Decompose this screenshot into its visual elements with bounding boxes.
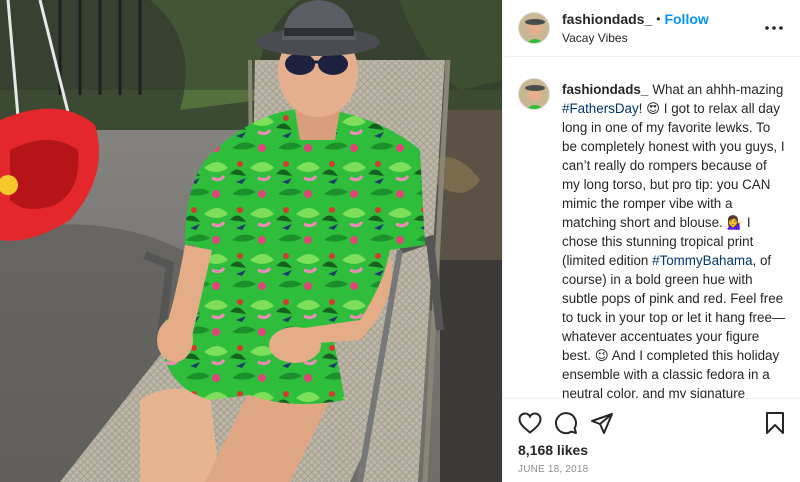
avatar[interactable]: [518, 12, 550, 44]
action-bar: [518, 399, 787, 443]
instagram-post: fashiondads_ • Follow Vacay Vibes fashio…: [0, 0, 800, 482]
hashtag-link[interactable]: #TommyBahama: [652, 253, 752, 268]
follow-button[interactable]: Follow: [664, 11, 708, 28]
post-side-panel: fashiondads_ • Follow Vacay Vibes fashio…: [502, 0, 800, 482]
likes-count[interactable]: 8,168 likes: [518, 442, 787, 458]
caption-avatar[interactable]: [518, 78, 550, 110]
username-link[interactable]: fashiondads_: [562, 11, 652, 28]
photo-illustration: [0, 0, 502, 482]
caption-text-segment: ! 😍 I got to relax all day long in one o…: [562, 101, 785, 268]
more-horizontal-icon[interactable]: [762, 16, 786, 40]
caption: fashiondads_ What an ahhh-mazing #Fathers…: [518, 78, 787, 398]
heart-icon[interactable]: [518, 411, 542, 435]
share-icon[interactable]: [590, 411, 614, 435]
caption-text-segment: What an ahhh-mazing: [652, 82, 784, 97]
comments-section[interactable]: fashiondads_ What an ahhh-mazing #Fathers…: [503, 58, 800, 398]
avatar-image: [519, 79, 549, 109]
location-link[interactable]: Vacay Vibes: [562, 31, 762, 45]
header-text: fashiondads_ • Follow Vacay Vibes: [562, 11, 762, 45]
post-header: fashiondads_ • Follow Vacay Vibes: [503, 0, 800, 57]
caption-username-link[interactable]: fashiondads_: [562, 82, 648, 97]
separator-dot: •: [656, 12, 661, 27]
avatar-image: [519, 13, 549, 43]
post-date[interactable]: JUNE 18, 2018: [518, 464, 787, 475]
actions-area: 8,168 likes JUNE 18, 2018: [503, 398, 800, 482]
caption-segments: What an ahhh-mazing #FathersDay! 😍 I got…: [562, 82, 785, 398]
bookmark-icon[interactable]: [763, 411, 787, 435]
caption-text-segment: , of course) in a bold green hue with su…: [562, 253, 786, 398]
hashtag-link[interactable]: #FathersDay: [562, 101, 639, 116]
header-row: fashiondads_ • Follow: [562, 11, 762, 28]
comment-icon[interactable]: [554, 411, 578, 435]
caption-text: fashiondads_ What an ahhh-mazing #Fathers…: [562, 80, 787, 398]
post-photo[interactable]: [0, 0, 502, 482]
